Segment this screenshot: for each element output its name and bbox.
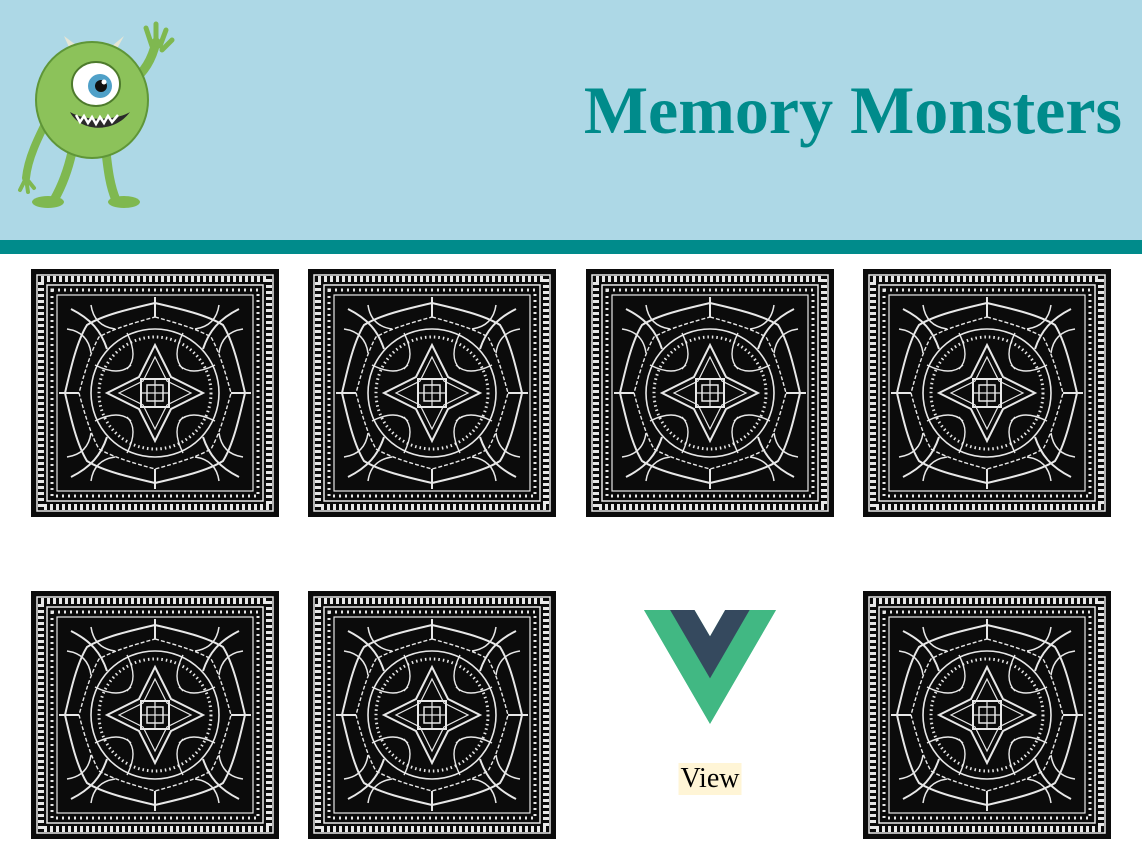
page-title: Memory Monsters	[583, 72, 1122, 148]
mandala-pattern-icon	[308, 591, 556, 839]
card-label: View	[678, 763, 742, 795]
memory-card[interactable]	[308, 591, 556, 839]
mandala-pattern-icon	[31, 269, 279, 517]
memory-card[interactable]	[31, 591, 279, 839]
memory-card[interactable]	[863, 269, 1111, 517]
mandala-pattern-icon	[586, 269, 834, 517]
vue-logo-icon	[644, 610, 776, 724]
memory-card[interactable]	[863, 591, 1111, 839]
header-banner: Memory Monsters	[0, 0, 1142, 240]
memory-card[interactable]	[31, 269, 279, 517]
memory-card-revealed[interactable]: View	[586, 591, 834, 839]
header-divider	[0, 240, 1142, 254]
mandala-pattern-icon	[308, 269, 556, 517]
one-eyed-green-monster-icon	[18, 21, 175, 208]
mandala-pattern-icon	[863, 591, 1111, 839]
memory-card[interactable]	[586, 269, 834, 517]
mandala-pattern-icon	[31, 591, 279, 839]
memory-card[interactable]	[308, 269, 556, 517]
mandala-pattern-icon	[863, 269, 1111, 517]
